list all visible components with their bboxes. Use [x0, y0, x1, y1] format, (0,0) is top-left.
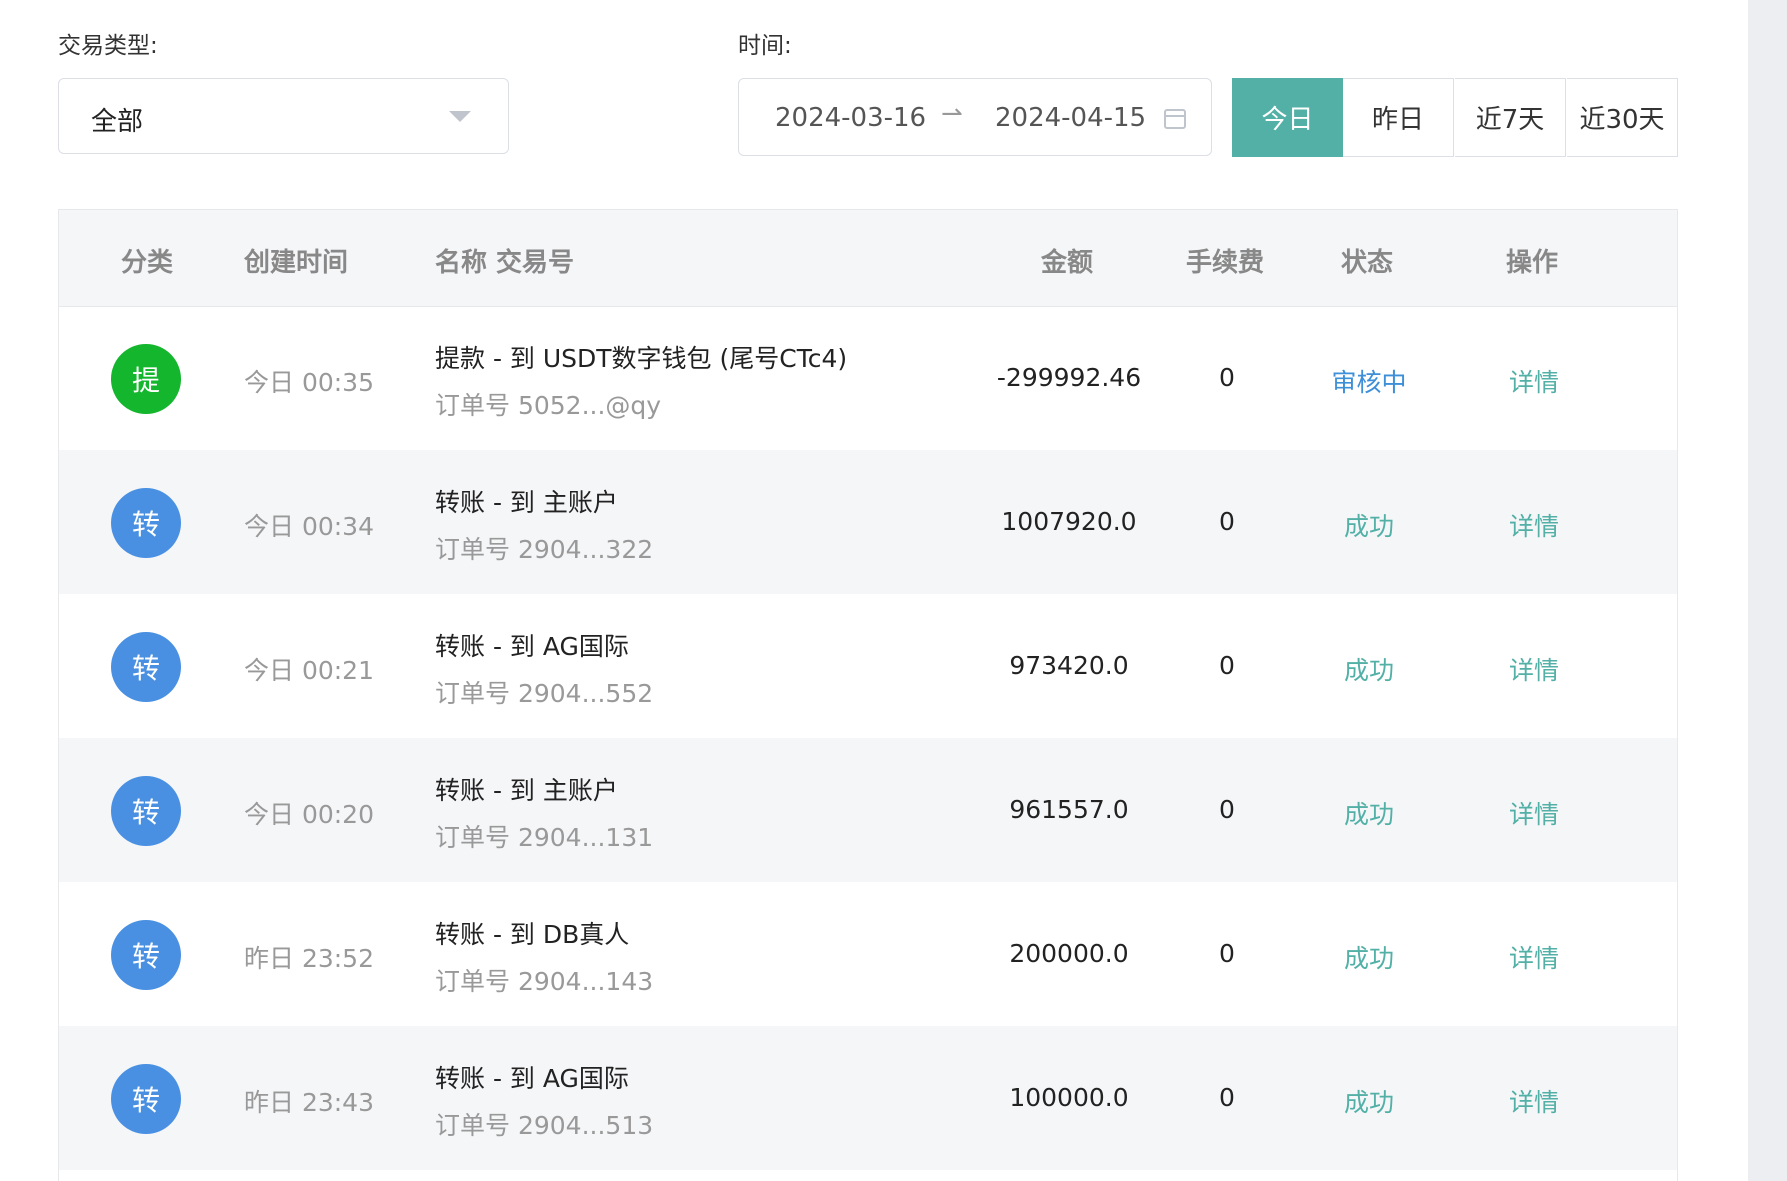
status-text: 成功	[1343, 800, 1394, 829]
fee: 0	[1219, 507, 1235, 536]
status-text: 成功	[1343, 656, 1394, 685]
type-select[interactable]: 全部	[58, 78, 509, 154]
amount: 961557.0	[1009, 795, 1129, 824]
order-number: 订单号 5052...@qy	[435, 391, 662, 420]
fee: 0	[1219, 651, 1235, 680]
table-row: 提 今日 00:35 提款 - 到 USDT数字钱包 (尾号CTc4) 订单号 505…	[59, 306, 1677, 450]
transaction-name: 提款 - 到 USDT数字钱包 (尾号CTc4)	[435, 344, 848, 373]
fee: 0	[1219, 363, 1235, 392]
category-badge: 转	[111, 776, 181, 846]
detail-link[interactable]: 详情	[1479, 795, 1589, 831]
right-scroll-gutter	[1748, 0, 1787, 1181]
amount: 973420.0	[1009, 651, 1129, 680]
created-time: 昨日 23:52	[244, 944, 374, 973]
table-row: 转 今日 00:34 转账 - 到 主账户订单号 2904...322 1007920…	[59, 450, 1677, 594]
transaction-name: 转账 - 到 主账户	[435, 488, 618, 517]
category-badge: 转	[111, 920, 181, 990]
type-select-value: 全部	[91, 107, 144, 137]
header-created-time: 创建时间	[244, 248, 349, 278]
table-row: 转 昨日 23:52 转账 - 到 DB真人 订单号 2904...143 200000…	[59, 882, 1677, 1026]
date-start[interactable]: 2024-03-16	[775, 103, 926, 133]
transaction-name: 转账 - 到 DB真人	[435, 920, 630, 949]
table-row: 转 今日 00:21 转账 - 到 AG国际 订单号 2904...552 973420…	[59, 594, 1677, 738]
created-time: 今日 00:21	[244, 656, 374, 685]
calendar-icon[interactable]	[1164, 109, 1186, 129]
quick-range-button[interactable]: 昨日	[1343, 78, 1454, 157]
type-filter-label: 交易类型:	[58, 33, 158, 59]
detail-link[interactable]: 详情	[1479, 939, 1589, 975]
created-time: 昨日 23:43	[244, 1088, 374, 1117]
order-number: 订单号 2904...131	[435, 823, 654, 852]
status-text: 成功	[1343, 944, 1394, 973]
amount: 100000.0	[1009, 1083, 1129, 1112]
table-header: 分类 创建时间 名称 交易号 金额 手续费 状态 操作	[59, 210, 1677, 307]
status-text: 审核中	[1331, 368, 1407, 397]
range-arrow-icon: ⇀	[941, 99, 963, 129]
created-time: 今日 00:20	[244, 800, 374, 829]
category-badge: 转	[111, 488, 181, 558]
category-badge: 提	[111, 344, 181, 414]
quick-range-button[interactable]: 今日	[1232, 78, 1343, 157]
amount: -299992.46	[996, 363, 1142, 392]
header-name-txid: 名称 交易号	[435, 248, 575, 278]
chevron-down-icon	[449, 111, 471, 122]
category-badge: 转	[111, 1064, 181, 1134]
date-range-picker[interactable]: 2024-03-16 ⇀ 2024-04-15	[738, 78, 1212, 156]
time-filter-label: 时间:	[738, 33, 792, 59]
transaction-name: 转账 - 到 主账户	[435, 776, 618, 805]
transaction-name: 转账 - 到 AG国际	[435, 632, 629, 661]
transaction-name: 转账 - 到 AG国际	[435, 1064, 629, 1093]
created-time: 今日 00:34	[244, 512, 374, 541]
header-category: 分类	[121, 248, 174, 278]
amount: 200000.0	[1009, 939, 1129, 968]
table-row: 转 昨日 23:43 转账 - 到 AG国际 订单号 2904...513 100000…	[59, 1026, 1677, 1170]
status-text: 成功	[1343, 512, 1394, 541]
table-row: 转 今日 00:20 转账 - 到 主账户订单号 2904...131 961557.…	[59, 738, 1677, 882]
quick-range-button[interactable]: 近30天	[1567, 78, 1678, 157]
detail-link[interactable]: 详情	[1479, 363, 1589, 399]
fee: 0	[1219, 939, 1235, 968]
order-number: 订单号 2904...552	[435, 679, 654, 708]
detail-link[interactable]: 详情	[1479, 651, 1589, 687]
date-end[interactable]: 2024-04-15	[995, 103, 1146, 133]
category-badge: 转	[111, 632, 181, 702]
status-text: 成功	[1343, 1088, 1394, 1117]
detail-link[interactable]: 详情	[1479, 507, 1589, 543]
order-number: 订单号 2904...513	[435, 1111, 654, 1140]
order-number: 订单号 2904...322	[435, 535, 654, 564]
amount: 1007920.0	[1001, 507, 1137, 536]
fee: 0	[1219, 1083, 1235, 1112]
order-number: 订单号 2904...143	[435, 967, 654, 996]
detail-link[interactable]: 详情	[1479, 1083, 1589, 1119]
transaction-table: 分类 创建时间 名称 交易号 金额 手续费 状态 操作 提 今日 00:35 提款 …	[58, 209, 1678, 1181]
quick-range-button[interactable]: 近7天	[1455, 78, 1566, 157]
fee: 0	[1219, 795, 1235, 824]
created-time: 今日 00:35	[244, 368, 374, 397]
